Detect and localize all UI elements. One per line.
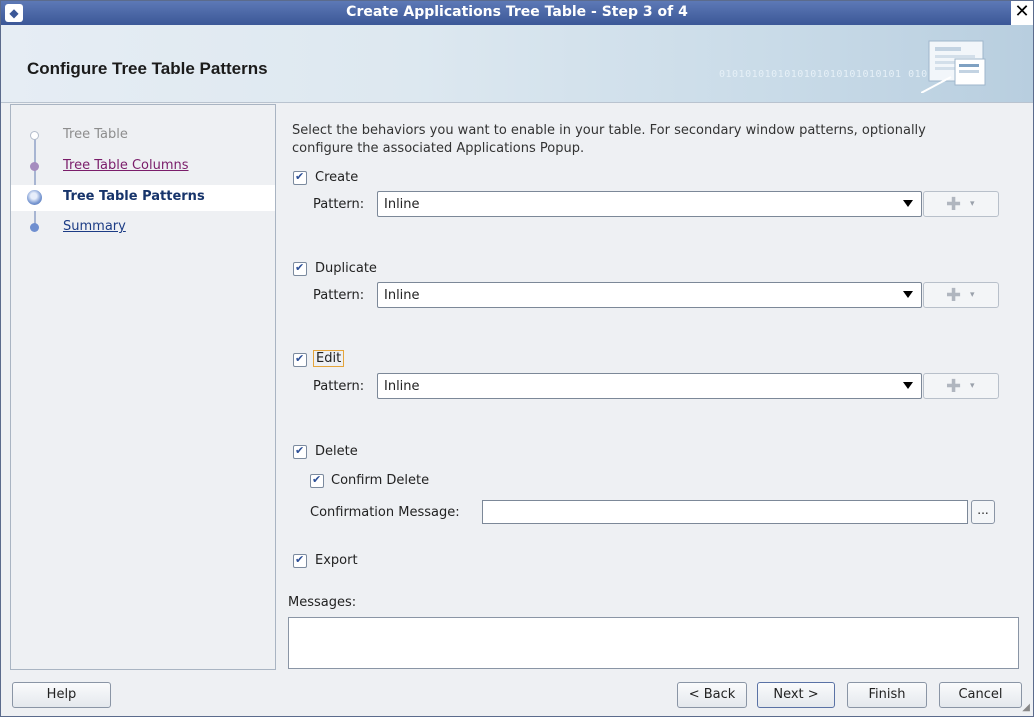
- confirmation-message-label: Confirmation Message:: [310, 505, 460, 520]
- edit-pattern-label: Pattern:: [313, 379, 365, 394]
- header-graphic-icon: [921, 40, 986, 93]
- step-label: Tree Table Patterns: [63, 189, 205, 204]
- dropdown-caret-icon: ▾: [970, 199, 975, 209]
- create-pattern-label: Pattern:: [313, 197, 365, 212]
- confirmation-message-input[interactable]: [482, 500, 968, 524]
- export-label: Export: [315, 553, 358, 568]
- create-add-popup-button[interactable]: ✚ ▾: [923, 191, 999, 217]
- resize-grip-icon[interactable]: ◢: [1022, 702, 1030, 713]
- wizard-steps-nav: Tree Table Tree Table Columns Tree Table…: [10, 104, 276, 670]
- messages-label: Messages:: [288, 595, 357, 610]
- finish-button[interactable]: Finish: [847, 682, 927, 708]
- confirmation-message-browse-button[interactable]: ...: [971, 500, 995, 524]
- wizard-header: Configure Tree Table Patterns 0101010101…: [1, 25, 1033, 103]
- main-panel: Select the behaviors you want to enable …: [277, 104, 1027, 670]
- select-value: Inline: [384, 197, 420, 212]
- wizard-window: ◆ Create Applications Tree Table - Step …: [0, 0, 1034, 717]
- page-title: Configure Tree Table Patterns: [27, 59, 268, 78]
- step-label: Summary: [63, 219, 126, 234]
- chevron-down-icon: [903, 291, 913, 298]
- edit-checkbox[interactable]: [293, 352, 307, 367]
- step-dot-icon: [30, 223, 39, 232]
- edit-pattern-select[interactable]: Inline: [377, 373, 922, 399]
- messages-area[interactable]: [288, 617, 1019, 669]
- select-value: Inline: [384, 379, 420, 394]
- duplicate-add-popup-button[interactable]: ✚ ▾: [923, 282, 999, 308]
- dropdown-caret-icon: ▾: [970, 290, 975, 300]
- steps-connector-line: [34, 139, 36, 227]
- step-tree-table-patterns[interactable]: Tree Table Patterns: [11, 185, 275, 211]
- cancel-button[interactable]: Cancel: [939, 682, 1022, 708]
- step-dot-icon: [30, 162, 39, 171]
- duplicate-pattern-label: Pattern:: [313, 288, 365, 303]
- duplicate-pattern-select[interactable]: Inline: [377, 282, 922, 308]
- delete-checkbox[interactable]: [293, 444, 307, 459]
- next-button[interactable]: Next >: [757, 682, 835, 708]
- confirm-delete-checkbox[interactable]: [310, 473, 324, 488]
- step-dot-icon: [30, 131, 39, 140]
- select-value: Inline: [384, 288, 420, 303]
- step-tree-table[interactable]: Tree Table: [11, 123, 275, 149]
- window-title: Create Applications Tree Table - Step 3 …: [346, 4, 688, 20]
- step-summary[interactable]: Summary: [11, 215, 275, 241]
- help-button[interactable]: Help: [12, 682, 111, 708]
- edit-add-popup-button[interactable]: ✚ ▾: [923, 373, 999, 399]
- title-bar: ◆ Create Applications Tree Table - Step …: [1, 1, 1033, 25]
- step-label: Tree Table Columns: [63, 158, 189, 173]
- delete-label: Delete: [315, 444, 358, 459]
- confirm-delete-label: Confirm Delete: [331, 473, 430, 488]
- step-current-icon: [27, 190, 42, 205]
- plus-icon: ✚: [946, 285, 962, 306]
- edit-label: Edit: [312, 350, 345, 367]
- plus-icon: ✚: [946, 194, 962, 215]
- close-button[interactable]: ✕: [1011, 1, 1033, 25]
- chevron-down-icon: [903, 382, 913, 389]
- plus-icon: ✚: [946, 376, 962, 397]
- step-label: Tree Table: [63, 127, 128, 142]
- create-checkbox[interactable]: [293, 170, 307, 185]
- duplicate-checkbox[interactable]: [293, 261, 307, 276]
- chevron-down-icon: [903, 200, 913, 207]
- create-label: Create: [315, 170, 359, 185]
- export-checkbox[interactable]: [293, 553, 307, 568]
- back-button[interactable]: < Back: [677, 682, 747, 708]
- duplicate-label: Duplicate: [315, 261, 377, 276]
- create-pattern-select[interactable]: Inline: [377, 191, 922, 217]
- instructions-text: Select the behaviors you want to enable …: [292, 123, 926, 156]
- step-tree-table-columns[interactable]: Tree Table Columns: [11, 154, 275, 180]
- dropdown-caret-icon: ▾: [970, 381, 975, 391]
